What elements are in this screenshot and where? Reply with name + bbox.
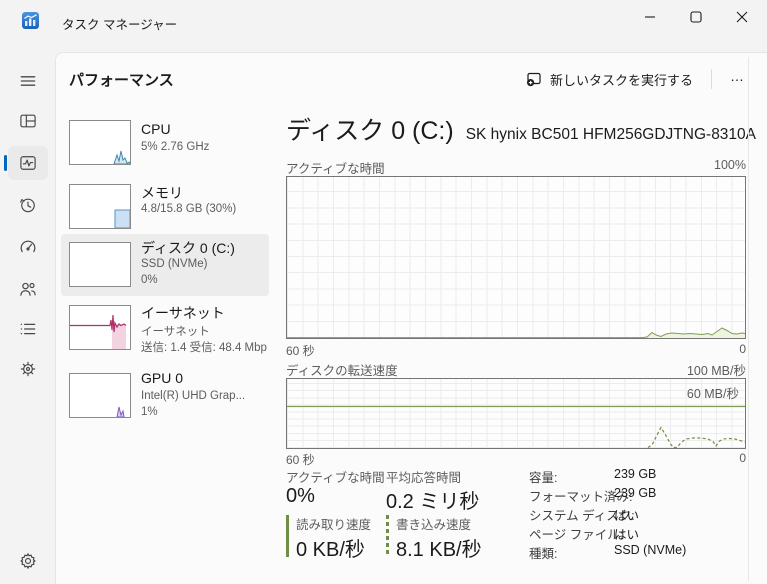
chart1-label: アクティブな時間: [286, 162, 385, 176]
list-item-cpu[interactable]: CPU 5% 2.76 GHz: [61, 113, 269, 175]
sidebar-item-performance[interactable]: [4, 146, 48, 180]
chart1-x-left: 60 秒: [286, 344, 315, 358]
write-speed-stat-value: 8.1 KB/秒: [396, 539, 482, 561]
cpu-mini-chart: [69, 120, 131, 165]
write-speed-legend-swatch: [386, 515, 389, 557]
memory-mini-chart: [69, 184, 131, 229]
maximize-icon: [690, 11, 702, 23]
services-cog-icon: [20, 361, 36, 377]
processes-icon: [20, 114, 36, 128]
settings-gear-icon: [20, 552, 36, 570]
chart2-max: 100 MB/秒: [686, 364, 746, 378]
list-item-detail: Intel(R) UHD Grap...: [141, 390, 246, 402]
sidebar-item-app-history[interactable]: [8, 188, 48, 222]
list-item-name: メモリ: [141, 185, 183, 201]
list-item-detail2: 1%: [141, 406, 158, 418]
list-item-name: ディスク 0 (C:): [141, 240, 235, 256]
chart1-x-right: 0: [739, 342, 746, 356]
close-button[interactable]: [719, 0, 765, 34]
page-file-value: はい: [614, 528, 640, 542]
content-panel: パフォーマンス 新しいタスクを実行する … CPU 5% 2.76 GHz メモ…: [55, 52, 767, 584]
active-time-stat-value: 0%: [286, 485, 315, 507]
list-item-detail: SSD (NVMe): [141, 258, 208, 270]
list-item-detail2: 送信: 1.4 受信: 48.4 Mbp: [141, 342, 267, 354]
list-item-name: イーサネット: [141, 305, 225, 321]
avg-response-stat-value: 0.2 ミリ秒: [386, 491, 480, 513]
type-value: SSD (NVMe): [614, 543, 687, 557]
read-speed-stat-value: 0 KB/秒: [296, 539, 365, 561]
sidebar-item-processes[interactable]: [8, 104, 48, 138]
sidebar-item-details[interactable]: [8, 312, 48, 346]
list-item-ethernet[interactable]: イーサネット イーサネット 送信: 1.4 受信: 48.4 Mbp: [61, 301, 269, 365]
capacity-label: 容量:: [529, 471, 558, 485]
window-controls: [627, 0, 765, 34]
list-item-detail: イーサネット: [141, 326, 210, 338]
titlebar: タスク マネージャー: [0, 0, 767, 52]
minimize-icon: [645, 16, 655, 18]
transfer-rate-chart: 60 MB/秒: [286, 378, 746, 449]
type-label: 種類:: [529, 547, 558, 561]
list-item-name: CPU: [141, 121, 171, 137]
list-item-name: GPU 0: [141, 370, 184, 386]
users-icon: [20, 282, 36, 296]
read-speed-stat-label: 読み取り速度: [296, 518, 372, 532]
performance-icon: [20, 156, 36, 170]
disk-model: SK hynix BC501 HFM256GDJTNG-8310A: [465, 126, 757, 143]
list-item-detail: 5% 2.76 GHz: [141, 141, 210, 153]
active-time-stat-label: アクティブな時間: [286, 471, 385, 485]
avg-response-stat-label: 平均応答時間: [386, 471, 462, 485]
hamburger-icon: [20, 76, 36, 86]
list-item-disk[interactable]: ディスク 0 (C:) SSD (NVMe) 0%: [61, 234, 269, 296]
list-icon: [20, 323, 36, 335]
capacity-value: 239 GB: [614, 467, 657, 481]
chart1-max: 100%: [714, 158, 746, 172]
window-title: タスク マネージャー: [62, 18, 178, 32]
disk-detail-pane: ディスク 0 (C:) SK hynix BC501 HFM256GDJTNG-8…: [286, 53, 756, 584]
minimize-button[interactable]: [627, 0, 673, 34]
selected-accent-bar: [4, 155, 7, 171]
chart2-x-left: 60 秒: [286, 453, 315, 467]
chart2-label: ディスクの転送速度: [286, 364, 398, 378]
list-item-detail: 4.8/15.8 GB (30%): [141, 203, 237, 215]
formatted-value: 239 GB: [614, 486, 657, 500]
maximize-button[interactable]: [673, 0, 719, 34]
list-item-gpu[interactable]: GPU 0 Intel(R) UHD Grap... 1%: [61, 368, 269, 432]
task-manager-app-icon: [22, 12, 39, 29]
disk-title: ディスク 0 (C:): [286, 117, 454, 145]
sidebar-item-settings[interactable]: [8, 544, 48, 578]
hamburger-menu-button[interactable]: [8, 64, 48, 98]
sidebar: [0, 52, 55, 584]
write-speed-stat-label: 書き込み速度: [396, 518, 472, 532]
close-icon: [736, 11, 748, 23]
page-title: パフォーマンス: [69, 72, 174, 89]
chart2-x-right: 0: [739, 451, 746, 465]
active-time-chart: [286, 176, 746, 339]
gauge-icon: [20, 240, 36, 253]
gpu-mini-chart: [69, 373, 131, 418]
system-disk-value: はい: [614, 509, 640, 523]
ethernet-mini-chart: [69, 305, 131, 350]
read-speed-legend-swatch: [286, 515, 289, 557]
disk-mini-chart: [69, 242, 131, 287]
scrollbar-track[interactable]: [748, 57, 749, 581]
sidebar-item-services[interactable]: [8, 352, 48, 386]
list-item-memory[interactable]: メモリ 4.8/15.8 GB (30%): [61, 177, 269, 239]
page-file-label: ページ ファイル:: [529, 528, 624, 542]
sidebar-item-startup-apps[interactable]: [8, 230, 48, 264]
list-item-detail2: 0%: [141, 274, 158, 286]
clock-history-icon: [20, 198, 35, 213]
sidebar-item-users[interactable]: [8, 272, 48, 306]
